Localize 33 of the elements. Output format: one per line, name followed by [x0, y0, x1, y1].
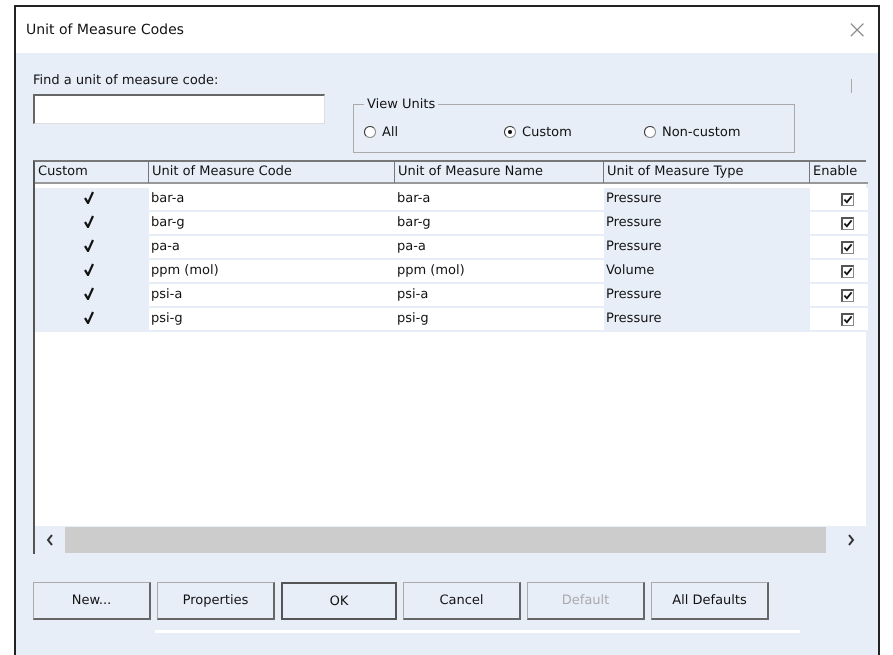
column-header[interactable]: Unit of Measure Code: [149, 162, 395, 184]
dialog-button[interactable]: Cancel: [403, 582, 521, 620]
dialog-button[interactable]: Properties: [157, 582, 275, 620]
column-header[interactable]: Unit of Measure Name: [395, 162, 604, 184]
checkbox[interactable]: [841, 264, 854, 278]
table-cell: Pressure: [604, 188, 810, 210]
search-field[interactable]: [33, 94, 325, 124]
checkbox[interactable]: [841, 192, 854, 206]
group-label: View Units: [366, 97, 436, 112]
table-cell: Volume: [604, 260, 810, 282]
close-button[interactable]: ×: [846, 17, 868, 43]
dialog-button[interactable]: New...: [33, 582, 151, 620]
column-header[interactable]: Enable: [810, 162, 868, 184]
scrollbar-thumb[interactable]: [65, 527, 826, 553]
scroll-right-icon[interactable]: [847, 534, 855, 546]
column-header[interactable]: Custom: [35, 162, 149, 184]
radio-button[interactable]: Custom: [504, 112, 644, 152]
table-cell: Pressure: [604, 284, 810, 306]
table-cell: Pressure: [604, 236, 810, 258]
checkbox[interactable]: [841, 240, 854, 254]
scroll-left-icon[interactable]: [46, 534, 54, 546]
search-label: Find a unit of measure code:: [33, 73, 220, 88]
dialog-button[interactable]: All Defaults: [651, 582, 769, 620]
column-header[interactable]: Unit of Measure Type: [604, 162, 810, 184]
checkbox[interactable]: [841, 288, 854, 302]
dialog-button[interactable]: OK: [281, 582, 397, 620]
radio-button[interactable]: Non-custom: [644, 112, 784, 152]
table-cell: Pressure: [604, 212, 810, 234]
window-title: Unit of Measure Codes: [26, 22, 184, 38]
checkbox[interactable]: [841, 312, 854, 326]
checkbox[interactable]: [841, 216, 854, 230]
table-cell: Pressure: [604, 308, 810, 330]
radio-button[interactable]: All: [364, 112, 504, 152]
